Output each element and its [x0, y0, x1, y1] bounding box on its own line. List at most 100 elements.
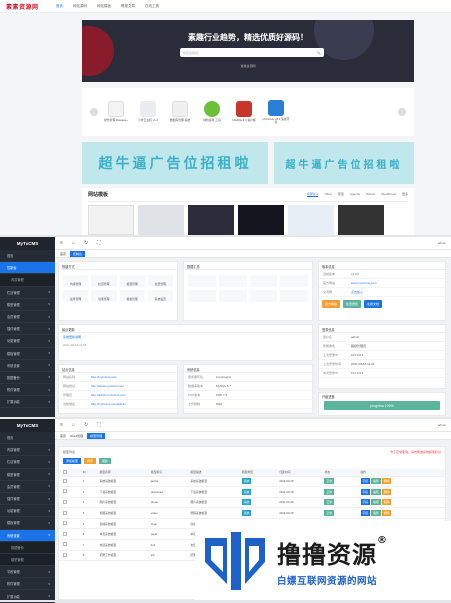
cell-check[interactable] — [59, 486, 79, 498]
refresh-icon[interactable]: ↻ — [84, 422, 88, 428]
cell-check[interactable] — [59, 539, 79, 551]
checkbox[interactable] — [63, 531, 67, 536]
quick-link[interactable]: 内容管理 — [63, 275, 89, 287]
app-item[interactable]: 财务管理 Release+ — [102, 101, 130, 123]
data-cell[interactable] — [188, 290, 216, 302]
app-item[interactable]: 小米云主机 v1.2 — [134, 101, 162, 123]
sidebar-item[interactable]: 模板管理 ▾ — [0, 517, 55, 530]
status-badge[interactable]: 正常 — [324, 488, 335, 495]
sidebar-item[interactable]: 首页 — [0, 250, 55, 263]
tab[interactable]: WordPress — [381, 192, 396, 197]
status-badge[interactable]: 正常 — [324, 478, 335, 485]
sidebar-item[interactable]: 数据备份 — [0, 541, 55, 554]
tab-word[interactable]: Word管理 — [70, 434, 83, 438]
fullscreen-icon[interactable]: ⛶ — [97, 422, 101, 428]
cell-check[interactable] — [59, 476, 79, 488]
quick-link[interactable]: 插件管理 — [63, 290, 89, 302]
tab-home[interactable]: 首页 — [60, 252, 66, 256]
sidebar-item[interactable]: 功能管理 ▾ — [0, 335, 55, 348]
tab-model[interactable]: 模型管理 — [87, 432, 106, 439]
tab[interactable]: typecho — [350, 192, 361, 197]
fields-button[interactable]: 字段 — [360, 510, 371, 517]
sidebar-item[interactable]: 内容管理 — [0, 274, 55, 287]
sidebar-item[interactable]: 控制台 — [0, 262, 55, 275]
edit-button[interactable]: 编辑 — [371, 478, 381, 485]
menu-toggle-icon[interactable]: ≡ — [60, 422, 63, 428]
nav-item[interactable]: 网站源码 — [73, 4, 87, 9]
app-item[interactable]: 数据库管理 系统 — [166, 101, 194, 123]
edit-button[interactable]: 编辑 — [371, 499, 381, 506]
data-cell[interactable] — [218, 290, 247, 302]
checkbox[interactable] — [63, 489, 67, 494]
prev-arrow-icon[interactable]: ‹ — [90, 108, 98, 116]
delete-button[interactable]: 删除 — [381, 488, 392, 495]
sidebar-item[interactable]: 附件管理 ▾ — [0, 578, 55, 591]
sidebar-item[interactable]: 附件管理 ▾ — [0, 384, 55, 397]
data-cell[interactable] — [280, 275, 308, 287]
tab[interactable]: zblog — [324, 192, 331, 197]
sort-button[interactable]: 排序 — [84, 458, 97, 464]
cell-check[interactable] — [59, 507, 79, 519]
quick-link[interactable]: 栏目管理 — [91, 275, 117, 287]
edit-button[interactable]: 编辑 — [371, 488, 381, 495]
sidebar-item[interactable]: 插件管理 ▾ — [0, 323, 55, 336]
sidebar-item[interactable]: 系统设置 ▾ — [0, 360, 55, 372]
sidebar-item[interactable]: 数据备份 ▾ — [0, 372, 55, 385]
checkbox[interactable] — [63, 552, 67, 557]
fields-button[interactable]: 字段 — [360, 488, 371, 495]
search-icon[interactable]: 🔍 — [317, 51, 321, 55]
nav-item[interactable]: 教程文章 — [121, 4, 135, 9]
tab[interactable]: 帝国 — [338, 192, 344, 197]
sidebar-item[interactable]: 模型管理 ▾ — [0, 469, 55, 481]
fields-button[interactable]: 字段 — [360, 499, 371, 506]
cell-check[interactable] — [59, 518, 79, 530]
data-cell[interactable] — [218, 275, 247, 287]
edit-button[interactable]: 编辑 — [371, 510, 381, 517]
tab-console[interactable]: 控制台 — [70, 250, 86, 257]
quick-link[interactable]: 会员管理 — [147, 275, 173, 287]
status-badge[interactable]: 正常 — [324, 510, 335, 517]
cell-check[interactable] — [59, 550, 79, 562]
sidebar-item[interactable]: 首页 — [0, 432, 55, 445]
sidebar-item[interactable]: 内容管理 ▾ — [0, 444, 55, 457]
app-item[interactable]: phpStudy v8.1 集成环境 — [262, 99, 290, 125]
fullscreen-icon[interactable]: ⛶ — [97, 240, 101, 246]
ad-banner[interactable]: 超牛逼广告位招租啦 — [82, 142, 268, 184]
nav-item[interactable]: 在线工具 — [145, 4, 159, 9]
sidebar-item[interactable]: 字段管理 ▾ — [0, 566, 55, 579]
status-badge[interactable]: 正常 — [324, 499, 335, 506]
ad-banner[interactable]: 超牛逼广告位招租啦 — [274, 142, 414, 184]
quick-link[interactable]: 模板管理 — [119, 290, 145, 302]
delete-button[interactable]: 删除 — [381, 510, 392, 517]
data-cell[interactable] — [188, 275, 216, 287]
fields-button[interactable]: 字段 — [360, 478, 371, 485]
delete-button[interactable]: 删除 — [381, 499, 392, 506]
sidebar-item[interactable]: 系统设置 ▾ — [0, 529, 55, 542]
cell-check[interactable] — [59, 497, 79, 509]
add-model-button[interactable]: 添加模型 — [63, 458, 82, 464]
latest-item[interactable]: 系统更新说明 — [59, 333, 312, 341]
checkbox[interactable] — [63, 510, 67, 515]
sidebar-item[interactable]: 栏目管理 ▾ — [0, 456, 55, 469]
tab[interactable]: 织梦cms — [306, 192, 319, 197]
template-thumb[interactable] — [138, 205, 184, 235]
site-logo[interactable]: 素素资源网 — [6, 2, 56, 11]
quick-link[interactable]: 模型管理 — [119, 275, 145, 287]
sidebar-item[interactable]: 会员管理 ▾ — [0, 481, 55, 493]
sidebar-item[interactable]: 扩展功能 ▾ — [0, 396, 55, 409]
check-update-button[interactable]: 检查更新 — [343, 300, 362, 308]
sidebar-item[interactable]: 栏目管理 ▾ — [0, 287, 55, 299]
nav-item[interactable]: 首页 — [56, 4, 63, 9]
user-menu[interactable]: admin — [438, 241, 446, 245]
template-thumb[interactable] — [338, 205, 384, 235]
sidebar-item[interactable]: 模型管理 — [0, 553, 55, 567]
data-cell[interactable] — [249, 290, 278, 302]
quick-link[interactable]: 功能管理 — [91, 290, 117, 302]
refresh-button[interactable]: 刷新 — [99, 458, 112, 464]
official-site-button[interactable]: 官方网站 — [322, 300, 341, 308]
sidebar-item[interactable]: 插件管理 ▾ — [0, 493, 55, 506]
app-item[interactable]: 绿色插件 工具 — [198, 101, 226, 123]
delete-button[interactable]: 删除 — [381, 478, 392, 485]
checkbox[interactable] — [63, 542, 67, 547]
template-thumb[interactable] — [88, 205, 134, 235]
